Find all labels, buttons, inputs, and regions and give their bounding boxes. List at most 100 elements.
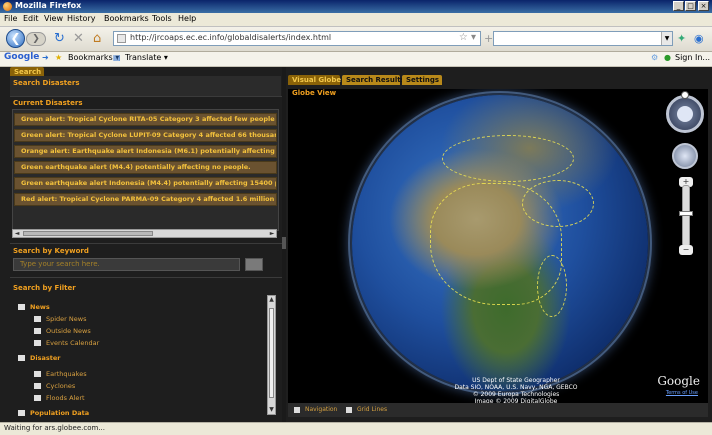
menu-view[interactable]: View <box>44 14 63 23</box>
disaster-item[interactable]: Green alert: Tropical Cyclone LUPIT-09 C… <box>14 129 277 142</box>
checkbox[interactable] <box>34 328 41 334</box>
checkbox[interactable] <box>34 383 41 389</box>
checkbox[interactable] <box>294 406 300 413</box>
disaster-item[interactable]: Orange alert: Earthquake alert Indonesia… <box>14 145 277 158</box>
filter-news[interactable]: News <box>18 303 50 311</box>
keyword-search-button[interactable] <box>245 258 263 271</box>
globe-viewer[interactable]: US Dept of State Geographer Data SIO, NO… <box>288 89 708 403</box>
navigation-compass[interactable] <box>666 91 704 133</box>
checkbox[interactable] <box>18 304 25 310</box>
checkbox[interactable] <box>34 371 41 377</box>
scroll-thumb[interactable] <box>269 308 274 398</box>
zoom-slider-thumb[interactable] <box>679 211 693 216</box>
navigation-toggle[interactable]: Navigation <box>294 406 337 413</box>
terms-of-use-link[interactable]: Terms of Use <box>666 390 698 396</box>
rotate-control-icon[interactable] <box>677 106 693 122</box>
search-disasters-label: Search Disasters <box>13 79 80 87</box>
scroll-up-icon[interactable]: ▲ <box>268 296 275 304</box>
checkbox[interactable] <box>34 340 41 346</box>
disaster-item[interactable]: Green alert: Tropical Cyclone RITA-05 Ca… <box>14 113 277 126</box>
bookmarks-button[interactable]: Bookmarks ▾ <box>68 53 119 62</box>
filter-label: Earthquakes <box>46 370 87 378</box>
scroll-down-icon[interactable]: ▼ <box>268 406 275 414</box>
minimize-button[interactable]: _ <box>673 1 684 11</box>
new-tab-icon[interactable]: + <box>484 32 493 45</box>
vertical-scrollbar[interactable]: ▲ ▼ <box>267 295 276 415</box>
scroll-right-icon[interactable]: ► <box>268 230 276 237</box>
firefox-icon <box>3 2 12 11</box>
stop-icon[interactable]: ✕ <box>73 32 84 45</box>
splitter-grip[interactable] <box>282 237 286 249</box>
filter-disaster[interactable]: Disaster <box>18 354 60 362</box>
filter-spider-news[interactable]: Spider News <box>34 315 87 323</box>
extension-icon[interactable]: ◉ <box>694 32 704 45</box>
title-bar: Mozilla Firefox _ □ × <box>0 0 712 13</box>
north-indicator-icon[interactable] <box>681 91 689 99</box>
wrench-icon[interactable]: ⚙ <box>651 53 658 62</box>
star-icon[interactable]: ★ <box>55 53 62 62</box>
addon-icon[interactable]: ✦ <box>677 32 686 45</box>
globe-view-label: Globe View <box>292 89 337 97</box>
map-credits: US Dept of State Geographer Data SIO, NO… <box>454 377 578 403</box>
app-content: Search Search Disasters Current Disaster… <box>0 67 712 422</box>
tab-search-results[interactable]: Search Results <box>342 75 405 85</box>
filter-floods[interactable]: Floods Alert <box>34 394 85 402</box>
chevron-down-icon[interactable]: ▼ <box>661 32 672 45</box>
navigation-toolbar: ❮ ❯ ↻ ✕ ⌂ http://jrcoaps.ec.ec.info/glob… <box>0 27 712 52</box>
google-logo: Google <box>4 52 40 62</box>
disaster-item[interactable]: Red alert: Tropical Cyclone PARMA-09 Cat… <box>14 193 277 206</box>
scroll-thumb[interactable] <box>23 231 153 236</box>
checkbox[interactable] <box>18 410 25 416</box>
keyword-search-input[interactable]: Type your search here. <box>13 258 240 271</box>
checkbox[interactable] <box>34 316 41 322</box>
toolbar-search-icon[interactable]: ➜ <box>42 53 49 62</box>
disaster-item[interactable]: Green earthquake alert (M4.4) potentiall… <box>14 161 277 174</box>
filter-label: Population Data <box>30 409 90 417</box>
tab-visual-globe[interactable]: Visual Globe <box>288 75 341 85</box>
search-box[interactable]: ▼ <box>493 31 673 46</box>
maximize-button[interactable]: □ <box>685 1 696 11</box>
zoom-out-button[interactable]: − <box>679 245 693 255</box>
menu-file[interactable]: File <box>4 14 17 23</box>
filter-population-data[interactable]: Population Data <box>18 409 89 417</box>
google-toolbar: Google ➜ ★ Bookmarks ▾ ▤ Translate ▾ ⚙ ●… <box>0 52 712 67</box>
menu-help[interactable]: Help <box>178 14 196 23</box>
forward-button[interactable]: ❯ <box>26 32 46 46</box>
menu-bookmarks[interactable]: Bookmarks <box>104 14 149 23</box>
checkbox[interactable] <box>34 395 41 401</box>
look-around-control[interactable] <box>672 143 698 169</box>
sign-in-button[interactable]: Sign In... <box>675 53 710 62</box>
browser-window: Mozilla Firefox _ □ × File Edit View His… <box>0 0 712 435</box>
globe-options-bar: Navigation Grid Lines <box>288 403 708 417</box>
scroll-left-icon[interactable]: ◄ <box>13 230 21 237</box>
bookmark-star-icon[interactable]: ☆ ▾ <box>459 32 476 43</box>
menu-edit[interactable]: Edit <box>23 14 39 23</box>
disaster-list: Green alert: Tropical Cyclone RITA-05 Ca… <box>12 109 279 231</box>
filter-outside-news[interactable]: Outside News <box>34 327 91 335</box>
filter-label: Floods Alert <box>46 394 85 402</box>
address-bar[interactable]: http://jrcoaps.ec.ec.info/globaldisalert… <box>113 31 481 46</box>
tab-settings[interactable]: Settings <box>402 75 442 85</box>
option-label: Navigation <box>305 406 338 413</box>
translate-button[interactable]: Translate ▾ <box>125 53 168 62</box>
disaster-item[interactable]: Green earthquake alert Indonesia (M4.4) … <box>14 177 277 190</box>
checkbox[interactable] <box>346 406 352 413</box>
reload-icon[interactable]: ↻ <box>54 32 65 45</box>
filter-label: Cyclones <box>46 382 76 390</box>
close-button[interactable]: × <box>698 1 709 11</box>
menu-tools[interactable]: Tools <box>152 14 172 23</box>
zoom-slider[interactable] <box>682 185 690 247</box>
home-icon[interactable]: ⌂ <box>93 32 101 45</box>
horizontal-scrollbar[interactable]: ◄ ► <box>12 229 277 238</box>
divider <box>10 96 282 97</box>
filter-tree: News Spider News Outside News Events Cal… <box>12 295 268 418</box>
left-panel-header: Search Disasters <box>10 76 281 96</box>
filter-earthquakes[interactable]: Earthquakes <box>34 370 87 378</box>
filter-cyclones[interactable]: Cyclones <box>34 382 75 390</box>
grid-lines-toggle[interactable]: Grid Lines <box>346 406 387 413</box>
panel-splitter[interactable] <box>282 67 286 422</box>
filter-events-calendar[interactable]: Events Calendar <box>34 339 99 347</box>
menu-history[interactable]: History <box>67 14 95 23</box>
back-button[interactable]: ❮ <box>6 29 25 48</box>
checkbox[interactable] <box>18 355 25 361</box>
